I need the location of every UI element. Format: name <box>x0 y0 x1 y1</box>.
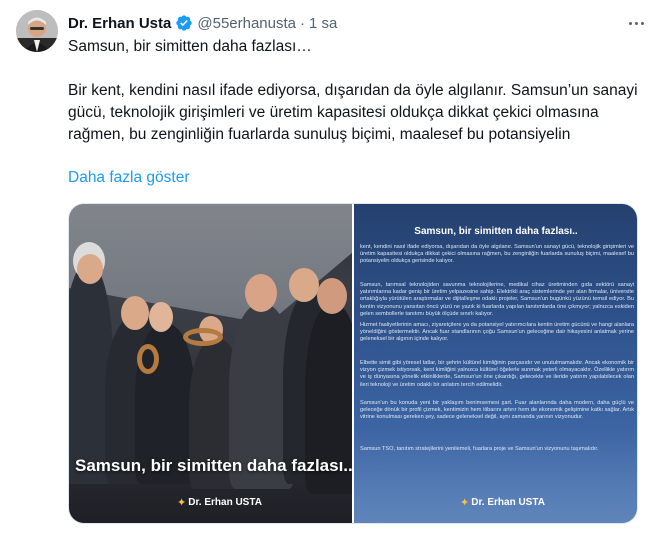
media-photo-left[interactable]: Samsun, bir simitten daha fazlası.. ✦ Dr… <box>69 204 352 523</box>
media-right-paragraph: Hizmet faaliyetlerinin amacı, ziyaretçil… <box>360 322 634 343</box>
media-right-paragraph: Samsun, tarımsal teknolojiden savunma te… <box>360 282 634 317</box>
star-icon: ✦ <box>460 497 470 509</box>
person-head <box>149 302 173 332</box>
verified-badge-icon <box>175 14 193 32</box>
media-right-paragraph: kent, kendini nasıl ifade ediyorsa, dışa… <box>360 244 634 265</box>
person-head <box>245 274 277 312</box>
avatar[interactable] <box>16 10 58 52</box>
author-handle[interactable]: @55erhanusta <box>197 15 296 32</box>
media-left-caption: Samsun, bir simitten daha fazlası.. <box>75 456 352 475</box>
more-options-button[interactable] <box>625 12 647 34</box>
show-more-link[interactable]: Daha fazla göster <box>68 169 190 187</box>
tweet-header: Dr. Erhan Usta @55erhanusta · 1 sa <box>68 12 337 34</box>
media-right-paragraph: Samsun'un bu konuda yeni bir yaklaşım be… <box>360 400 634 421</box>
tweet-media: Samsun, bir simitten daha fazlası.. ✦ Dr… <box>68 203 638 524</box>
star-icon: ✦ <box>177 497 187 509</box>
tweet-timestamp[interactable]: 1 sa <box>309 15 337 32</box>
brand-text: Dr. Erhan USTA <box>188 497 262 508</box>
simit-ring <box>183 328 223 346</box>
separator-dot: · <box>300 14 306 32</box>
media-photo-right[interactable]: Samsun, bir simitten daha fazlası.. kent… <box>354 204 637 523</box>
person-head <box>317 278 347 314</box>
tweet-body: Bir kent, kendini nasıl ifade ediyorsa, … <box>68 82 638 143</box>
brand-watermark-right: ✦ Dr. Erhan USTA <box>460 496 545 509</box>
avatar-image <box>16 10 58 52</box>
media-right-title: Samsun, bir simitten daha fazlası.. <box>414 226 578 237</box>
tweet-card[interactable]: Dr. Erhan Usta @55erhanusta · 1 sa Samsu… <box>0 0 669 534</box>
simit-ring <box>137 344 159 374</box>
brand-watermark-left: ✦ Dr. Erhan USTA <box>177 496 262 509</box>
media-right-paragraph: Elbette simit gibi yöresel tatlar, bir ş… <box>360 360 634 388</box>
tweet-first-line: Samsun, bir simitten daha fazlası… <box>68 38 312 55</box>
author-display-name[interactable]: Dr. Erhan Usta <box>68 15 171 32</box>
brand-text: Dr. Erhan USTA <box>471 497 545 508</box>
media-right-paragraph: Samsun TSO, tanıtım stratejilerini yenil… <box>360 446 599 452</box>
person-head <box>121 296 149 330</box>
person-head <box>77 254 103 284</box>
person-head <box>289 268 319 302</box>
more-options-icon <box>628 21 632 25</box>
